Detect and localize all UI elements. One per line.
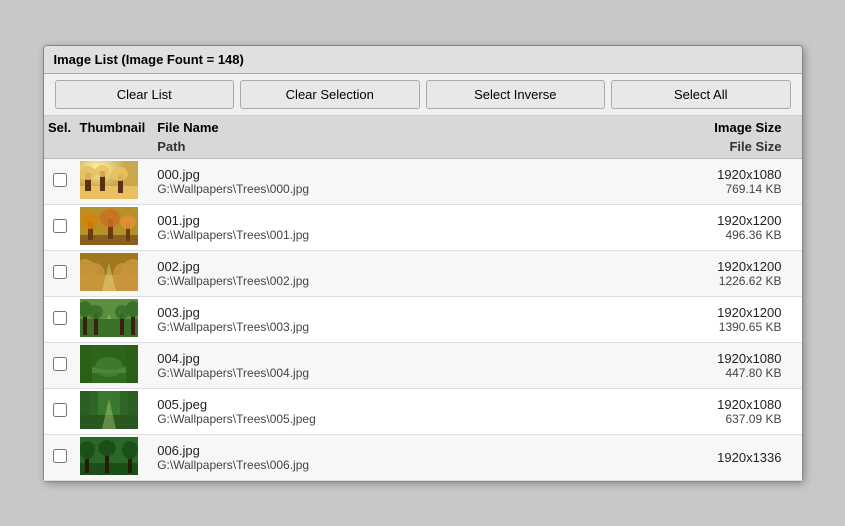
table-row: 000.jpgG:\Wallpapers\Trees\000.jpg 1920x1…	[44, 158, 802, 204]
thumbnail-image	[80, 299, 146, 340]
file-path: G:\Wallpapers\Trees\003.jpg	[157, 320, 528, 334]
file-name: 006.jpg	[157, 443, 528, 458]
image-size: 1920x1200	[544, 259, 782, 274]
file-path: G:\Wallpapers\Trees\005.jpeg	[157, 412, 528, 426]
file-name: 000.jpg	[157, 167, 528, 182]
file-size: 447.80 KB	[544, 366, 782, 380]
image-size: 1920x1200	[544, 305, 782, 320]
file-name: 002.jpg	[157, 259, 528, 274]
row-checkbox[interactable]	[53, 403, 67, 417]
image-size: 1920x1080	[544, 167, 782, 182]
file-size: 496.36 KB	[544, 228, 782, 242]
title-bar: Image List (Image Fount = 148)	[44, 46, 802, 74]
file-path: G:\Wallpapers\Trees\006.jpg	[157, 458, 528, 472]
file-path: G:\Wallpapers\Trees\002.jpg	[157, 274, 528, 288]
col-header-thumb2	[76, 139, 150, 159]
file-name: 004.jpg	[157, 351, 528, 366]
row-checkbox[interactable]	[53, 449, 67, 463]
clear-selection-button[interactable]: Clear Selection	[240, 80, 420, 109]
image-table: Sel. Thumbnail File Name Image Size Path…	[44, 116, 802, 481]
table-row: 003.jpgG:\Wallpapers\Trees\003.jpg 1920x1…	[44, 296, 802, 342]
col-header-sel2	[44, 139, 76, 159]
thumbnail-image	[80, 391, 146, 432]
file-size: 1390.65 KB	[544, 320, 782, 334]
file-name: 005.jpeg	[157, 397, 528, 412]
select-inverse-button[interactable]: Select Inverse	[426, 80, 606, 109]
thumbnail-image	[80, 345, 146, 386]
row-checkbox[interactable]	[53, 219, 67, 233]
thumbnail-image	[80, 161, 146, 202]
clear-list-button[interactable]: Clear List	[55, 80, 235, 109]
col-header-thumbnail: Thumbnail	[76, 116, 150, 139]
file-name: 001.jpg	[157, 213, 528, 228]
image-size: 1920x1080	[544, 351, 782, 366]
row-checkbox[interactable]	[53, 357, 67, 371]
row-checkbox[interactable]	[53, 311, 67, 325]
image-size: 1920x1080	[544, 397, 782, 412]
file-name: 003.jpg	[157, 305, 528, 320]
col-header-filesize: File Size	[536, 139, 802, 159]
thumbnail-image	[80, 437, 146, 478]
toolbar: Clear List Clear Selection Select Invers…	[44, 74, 802, 116]
row-checkbox[interactable]	[53, 173, 67, 187]
thumbnail-image	[80, 253, 146, 294]
select-all-button[interactable]: Select All	[611, 80, 791, 109]
file-path: G:\Wallpapers\Trees\000.jpg	[157, 182, 528, 196]
file-size: 1226.62 KB	[544, 274, 782, 288]
window-title: Image List (Image Fount = 148)	[54, 52, 244, 67]
col-header-path: Path	[149, 139, 536, 159]
table-row: 004.jpgG:\Wallpapers\Trees\004.jpg 1920x1…	[44, 342, 802, 388]
table-row: 002.jpgG:\Wallpapers\Trees\002.jpg 1920x1…	[44, 250, 802, 296]
table-row: 001.jpgG:\Wallpapers\Trees\001.jpg 1920x1…	[44, 204, 802, 250]
table-body: 000.jpgG:\Wallpapers\Trees\000.jpg 1920x1…	[44, 158, 802, 480]
file-path: G:\Wallpapers\Trees\001.jpg	[157, 228, 528, 242]
col-header-imagesize: Image Size	[536, 116, 802, 139]
main-window: Image List (Image Fount = 148) Clear Lis…	[43, 45, 803, 482]
table-header-row-2: Path File Size	[44, 139, 802, 159]
table-header-row-1: Sel. Thumbnail File Name Image Size	[44, 116, 802, 139]
col-header-filename: File Name	[149, 116, 536, 139]
col-header-sel: Sel.	[44, 116, 76, 139]
image-size: 1920x1200	[544, 213, 782, 228]
file-size: 637.09 KB	[544, 412, 782, 426]
table-container: Sel. Thumbnail File Name Image Size Path…	[44, 116, 802, 481]
thumbnail-image	[80, 207, 146, 248]
table-row: 006.jpgG:\Wallpapers\Trees\006.jpg 1920x1…	[44, 434, 802, 480]
file-path: G:\Wallpapers\Trees\004.jpg	[157, 366, 528, 380]
table-row: 005.jpegG:\Wallpapers\Trees\005.jpeg 1920…	[44, 388, 802, 434]
file-size: 769.14 KB	[544, 182, 782, 196]
image-size: 1920x1336	[544, 450, 782, 465]
row-checkbox[interactable]	[53, 265, 67, 279]
